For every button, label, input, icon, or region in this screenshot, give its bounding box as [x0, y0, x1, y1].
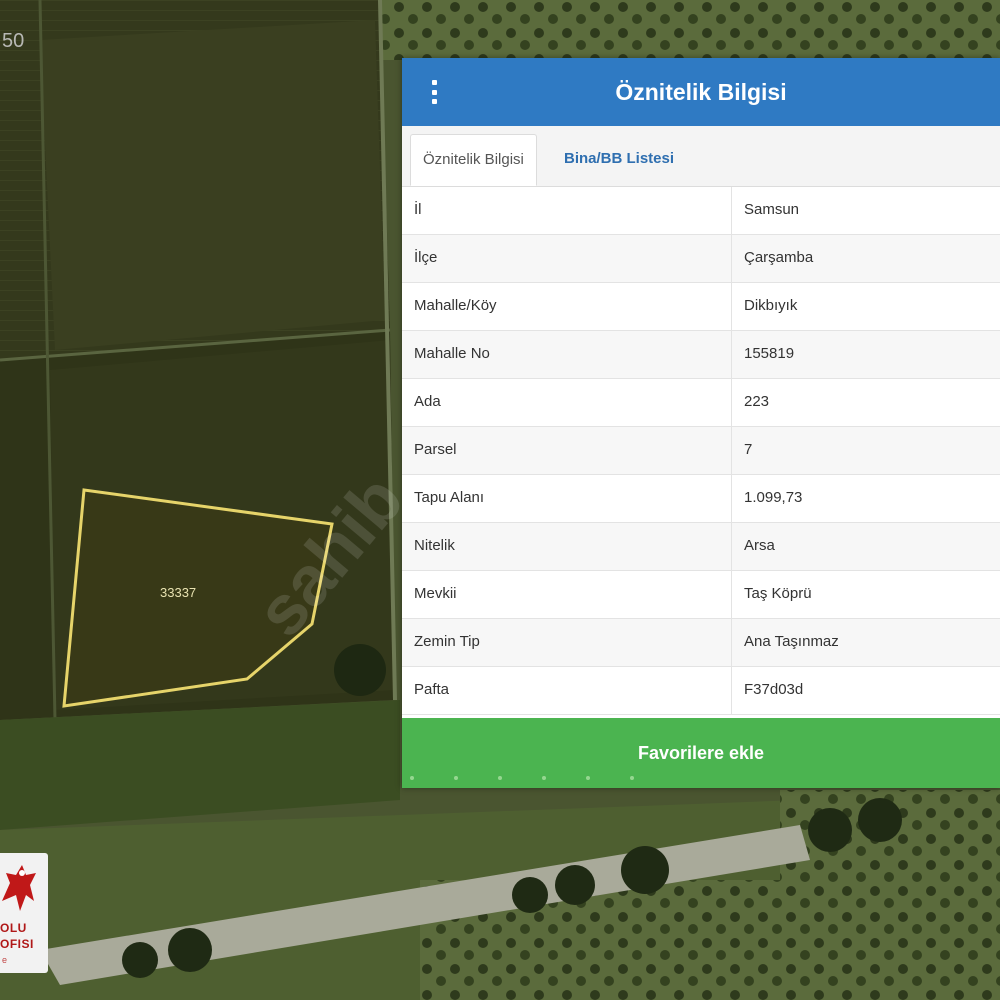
table-row: İlçe Çarşamba [402, 235, 1000, 283]
row-value: Taş Köprü [744, 585, 812, 602]
table-row: Nitelik Arsa [402, 523, 1000, 571]
row-key: Zemin Tip [402, 619, 732, 666]
add-to-favorites-label: Favorilere ekle [637, 742, 765, 763]
table-row: Mevkii Taş Köprü [402, 571, 1000, 619]
tab-attribute-info[interactable]: Öznitelik Bilgisi [410, 134, 537, 186]
attribute-info-panel: Öznitelik Bilgisi Öznitelik Bilgisi Bina… [402, 58, 1000, 788]
button-decoration [410, 776, 634, 780]
table-row: Mahalle No 155819 [402, 331, 1000, 379]
logo-text-line2: OFISI [0, 937, 34, 951]
row-key: Mevkii [402, 571, 732, 618]
table-row: İl Samsun [402, 187, 1000, 235]
tab-bar: Öznitelik Bilgisi Bina/BB Listesi [402, 126, 1000, 187]
row-key: İl [402, 187, 732, 234]
row-key: Nitelik [402, 523, 732, 570]
row-value: 223 [744, 393, 770, 410]
panel-title: Öznitelik Bilgisi [615, 78, 787, 105]
row-value: 1.099,73 [744, 489, 803, 506]
row-key: Pafta [402, 667, 732, 714]
row-value: F37d03d [744, 681, 804, 698]
kebab-menu-icon[interactable] [427, 80, 441, 104]
logo-text-line3: e [2, 955, 8, 965]
row-value: Dikbıyık [744, 297, 798, 314]
table-row: Ada 223 [402, 379, 1000, 427]
logo-text-line1: OLU [0, 921, 27, 935]
row-value: 7 [744, 441, 753, 458]
attribute-table: İl Samsun İlçe Çarşamba Mahalle/Köy Dikb… [402, 187, 1000, 715]
row-key: Mahalle/Köy [402, 283, 732, 330]
row-key: Mahalle No [402, 331, 732, 378]
parcel-number-label: 33337 [160, 585, 197, 600]
row-value: 155819 [744, 345, 795, 362]
row-value: Arsa [744, 537, 775, 554]
table-row: Zemin Tip Ana Taşınmaz [402, 619, 1000, 667]
brand-logo: OLU OFISI e [0, 853, 48, 973]
panel-header: Öznitelik Bilgisi [402, 58, 1000, 126]
table-row: Pafta F37d03d [402, 667, 1000, 715]
table-row: Mahalle/Köy Dikbıyık [402, 283, 1000, 331]
map-scale-text: 50 [2, 30, 25, 52]
add-to-favorites-button[interactable]: Favorilere ekle [402, 718, 1000, 788]
horse-logo-icon [2, 865, 36, 911]
row-key: Parsel [402, 427, 732, 474]
tab-building-list[interactable]: Bina/BB Listesi [552, 134, 686, 186]
table-row: Parsel 7 [402, 427, 1000, 475]
table-row: Tapu Alanı 1.099,73 [402, 475, 1000, 523]
row-value: Çarşamba [744, 249, 814, 266]
row-value: Samsun [744, 201, 800, 218]
row-key: İlçe [402, 235, 732, 282]
row-key: Ada [402, 379, 732, 426]
row-value: Ana Taşınmaz [744, 633, 839, 650]
row-key: Tapu Alanı [402, 475, 732, 522]
